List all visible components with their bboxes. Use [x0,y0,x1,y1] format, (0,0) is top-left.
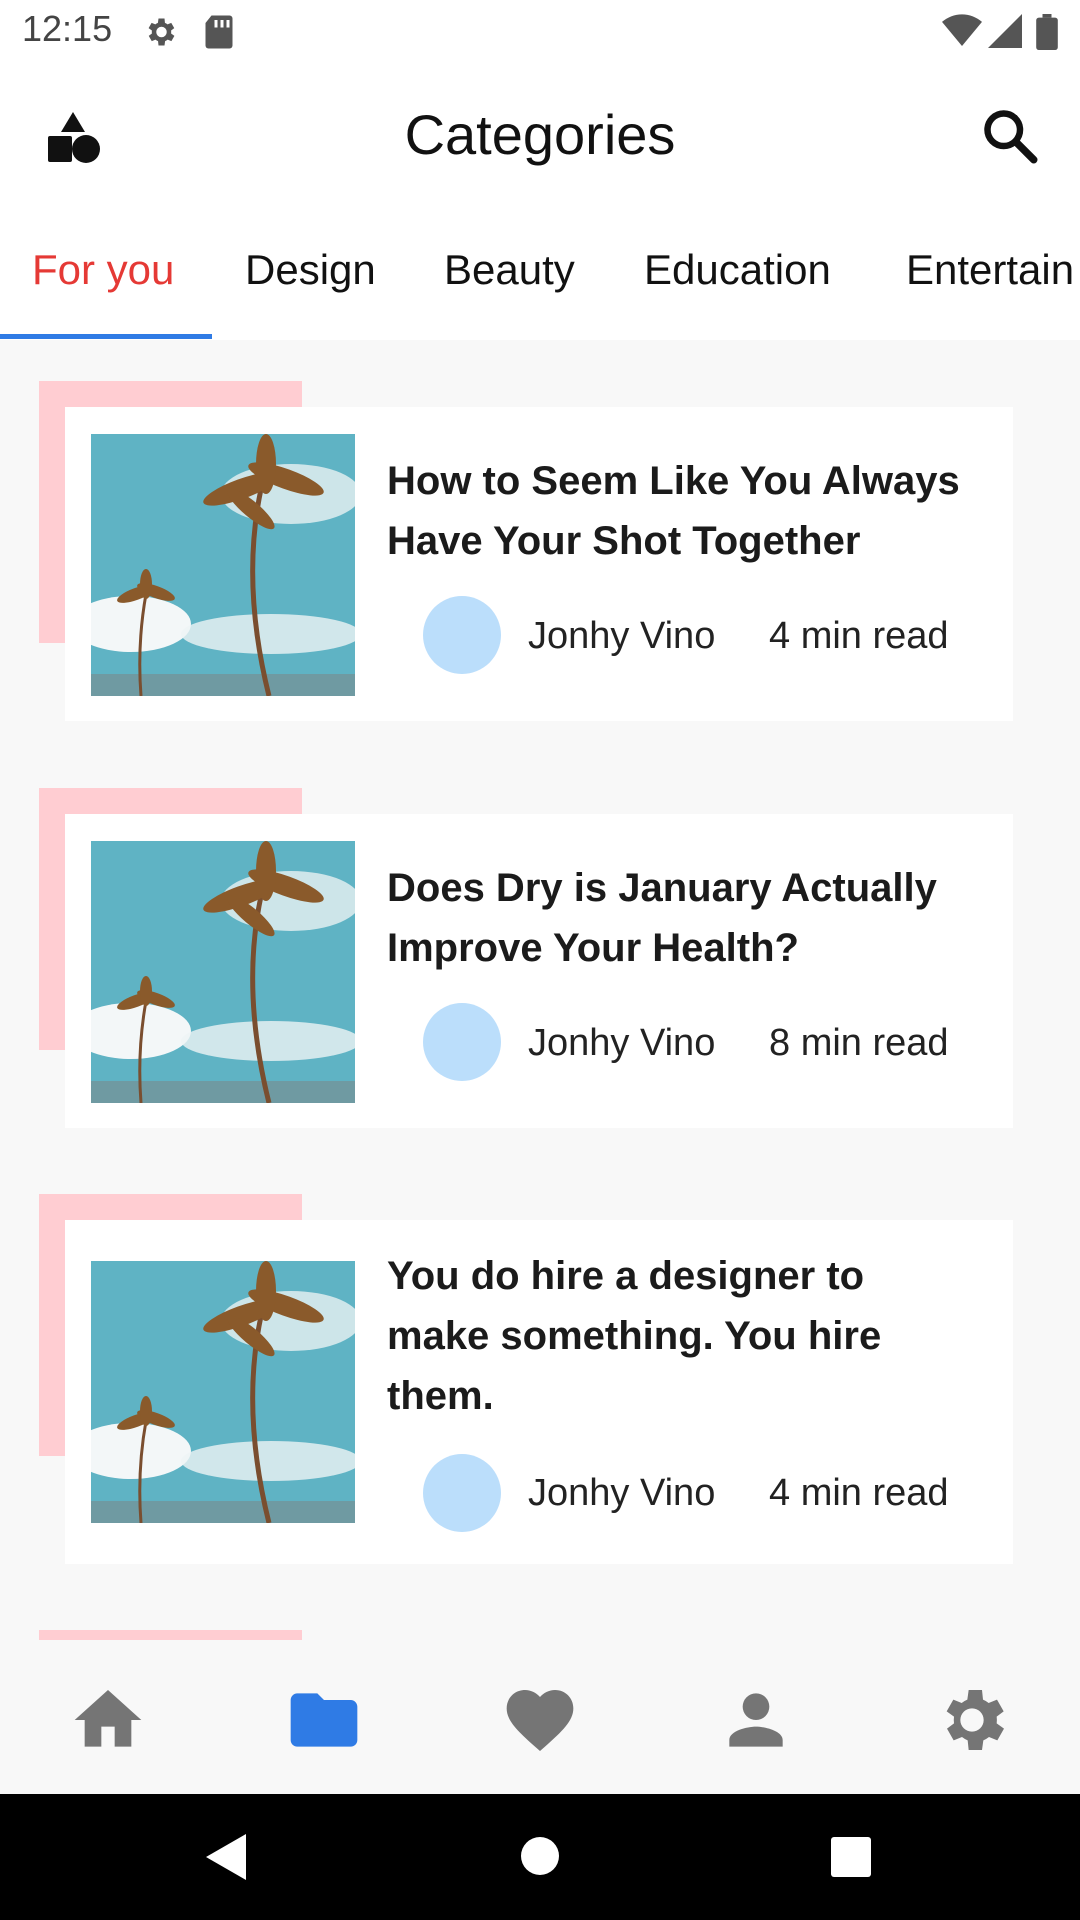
system-navigation-bar [0,1794,1080,1920]
gear-icon [148,18,175,46]
article-title-line: Have Your Shot Together [387,519,861,563]
avatar [423,596,501,674]
page-title: Categories [404,103,676,166]
folder-icon[interactable] [284,1680,364,1760]
tab-for-you[interactable]: For you [32,246,174,294]
sd-card-icon [205,15,233,49]
article-title-line: Improve Your Health? [387,926,799,970]
article-title-line: Does Dry is January Actually [387,866,937,910]
read-time: 8 min read [769,1022,949,1064]
article-thumbnail [91,841,355,1103]
author-name: Jonhy Vino [528,1022,716,1064]
article-thumbnail [91,434,355,696]
person-icon[interactable] [716,1680,796,1760]
article-card[interactable]: Does Dry is January Actually Improve You… [65,814,1013,1128]
card-accent [39,1630,302,1640]
home-icon[interactable] [68,1680,148,1760]
search-icon[interactable] [980,106,1040,166]
signal-icon [988,14,1022,48]
avatar [423,1003,501,1081]
tab-entertainment[interactable]: Entertain [906,246,1074,294]
tab-beauty[interactable]: Beauty [444,246,575,294]
status-time: 12:15 [22,8,113,49]
article-card[interactable]: You do hire a designer to make something… [65,1220,1013,1564]
wifi-icon [942,14,982,47]
read-time: 4 min read [769,615,949,657]
home-button-icon[interactable] [520,1836,560,1876]
settings-icon[interactable] [932,1680,1012,1760]
tab-education[interactable]: Education [644,246,831,294]
author-name: Jonhy Vino [528,1472,716,1514]
tab-indicator [0,334,212,339]
back-icon[interactable] [204,1832,250,1882]
status-bar: 12:15 [0,0,1080,62]
article-title[interactable]: How to Seem Like You Always Have Your Sh… [387,451,987,571]
app-bar: Categories [0,62,1080,210]
article-title[interactable]: Does Dry is January Actually Improve You… [387,858,987,978]
category-tabs: For you Design Beauty Education Entertai… [0,210,1080,340]
article-title-line: You do hire a designer to [387,1254,865,1298]
article-title[interactable]: You do hire a designer to make something… [387,1246,987,1426]
battery-icon [1036,14,1058,50]
heart-icon[interactable] [500,1680,580,1760]
article-title-line: them. [387,1374,494,1418]
article-title-line: How to Seem Like You Always [387,459,960,503]
article-card[interactable]: How to Seem Like You Always Have Your Sh… [65,407,1013,721]
article-thumbnail [91,1261,355,1523]
article-title-line: make something. You hire [387,1314,882,1358]
avatar [423,1454,501,1532]
read-time: 4 min read [769,1472,949,1514]
bottom-navigation [0,1640,1080,1794]
recents-icon[interactable] [830,1836,872,1878]
tab-design[interactable]: Design [245,246,376,294]
author-name: Jonhy Vino [528,615,716,657]
